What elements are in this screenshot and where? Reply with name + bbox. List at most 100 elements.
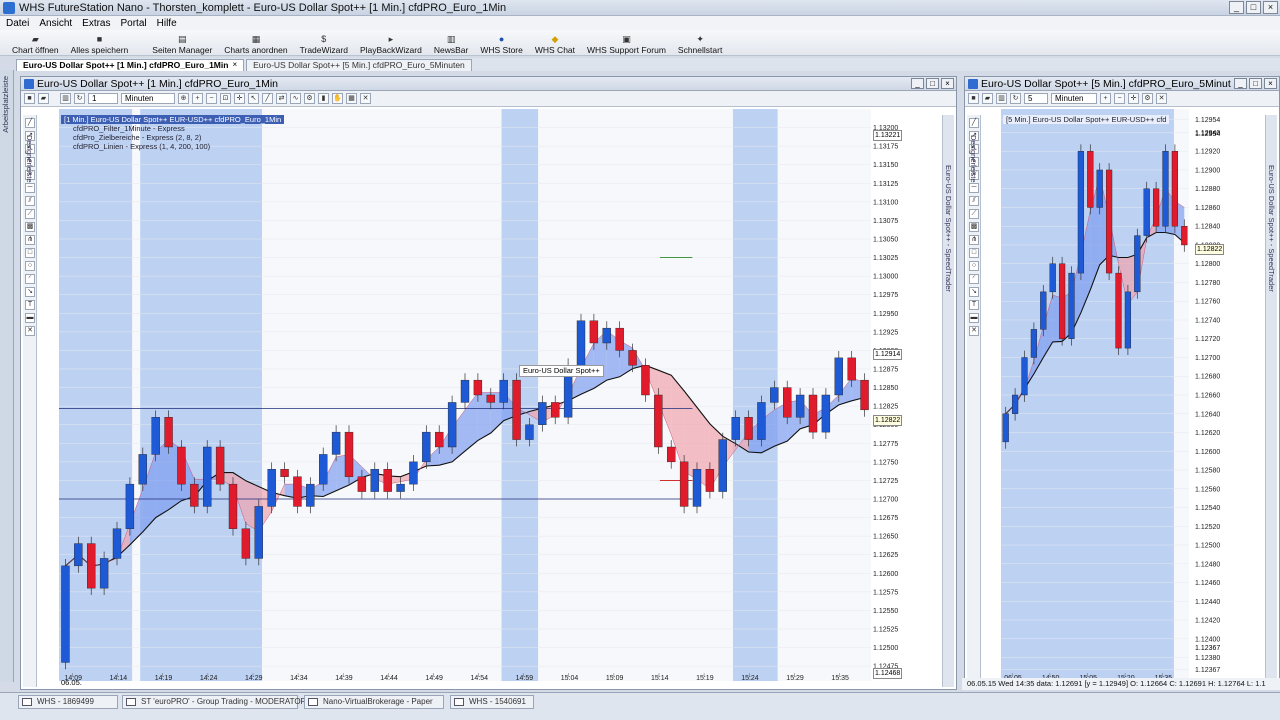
chart1-legend-filter[interactable]: cfdPRO_Filter_1Minute - Express bbox=[61, 124, 284, 133]
delete-tool-icon[interactable]: ✕ bbox=[969, 326, 979, 336]
folder-icon[interactable]: ▰ bbox=[982, 93, 993, 104]
chart1-maximize-button[interactable]: □ bbox=[926, 78, 939, 89]
task-virtual-brokerage[interactable]: Nano-VirtualBrokerage - Paper bbox=[304, 695, 444, 709]
workspace-sidebar[interactable]: Arbeitsplatzleiste bbox=[0, 70, 14, 682]
folder-icon[interactable]: ▰ bbox=[38, 93, 49, 104]
chart2-close-button[interactable]: × bbox=[1264, 78, 1277, 89]
marker-tool-icon[interactable]: ▬ bbox=[25, 313, 35, 323]
menu-ansicht[interactable]: Ansicht bbox=[39, 18, 72, 29]
sync-icon[interactable]: ⇄ bbox=[276, 93, 287, 104]
pitchfork-tool-icon[interactable]: ⋔ bbox=[969, 235, 979, 245]
chart1-close-button[interactable]: × bbox=[941, 78, 954, 89]
draw-line-icon[interactable]: ╱ bbox=[262, 93, 273, 104]
menu-hilfe[interactable]: Hilfe bbox=[157, 18, 177, 29]
crosshair-icon[interactable]: ✛ bbox=[234, 93, 245, 104]
hline-tool-icon[interactable]: ─ bbox=[25, 183, 35, 193]
whs-chat-button[interactable]: ◆ WHS Chat bbox=[529, 31, 581, 55]
zoom-out-icon[interactable]: − bbox=[1114, 93, 1125, 104]
chart-type-icon[interactable]: ▥ bbox=[996, 93, 1007, 104]
hand-icon[interactable]: ✋ bbox=[332, 93, 343, 104]
chart1-legend-zielbereiche[interactable]: cfdPro_Zielbereiche - Express (2, 8, 2) bbox=[61, 133, 284, 142]
arc-tool-icon[interactable]: ◜ bbox=[25, 274, 35, 284]
zoom-in-icon[interactable]: + bbox=[1100, 93, 1111, 104]
trend-tool-icon[interactable]: ⟋ bbox=[25, 209, 35, 219]
chart2-speedtrader-strip[interactable]: Euro-US Dollar Spot++ - SpeedTrader bbox=[1265, 115, 1277, 687]
trend-tool-icon[interactable]: ⟋ bbox=[969, 209, 979, 219]
chart1-speedtrader-strip[interactable]: Euro-US Dollar Spot++ - SpeedTrader bbox=[942, 115, 954, 687]
menu-datei[interactable]: Datei bbox=[6, 18, 29, 29]
chart-type-icon[interactable]: ▥ bbox=[60, 93, 71, 104]
ellipse-tool-icon[interactable]: ○ bbox=[25, 261, 35, 271]
chart-open-button[interactable]: ▰ Chart öffnen bbox=[6, 31, 65, 55]
crosshair-icon[interactable]: ✛ bbox=[1128, 93, 1139, 104]
rect-tool-icon[interactable]: □ bbox=[969, 248, 979, 258]
settings-icon[interactable]: ⚙ bbox=[304, 93, 315, 104]
chart1-interval-unit[interactable]: Minuten bbox=[121, 93, 175, 104]
chart1-minimize-button[interactable]: _ bbox=[911, 78, 924, 89]
channel-tool-icon[interactable]: ⫽ bbox=[969, 196, 979, 206]
line-tool-icon[interactable]: ╱ bbox=[25, 118, 35, 128]
menu-extras[interactable]: Extras bbox=[82, 18, 110, 29]
task-whs-1869499[interactable]: WHS - 1869499 bbox=[18, 695, 118, 709]
chart1-plot[interactable]: 1.132001.131751.131501.131251.131001.130… bbox=[59, 109, 939, 685]
newsbar-button[interactable]: ▥ NewsBar bbox=[428, 31, 474, 55]
chart2-status-line: 06.05.15 Wed 14:35 data: 1.12691 [y = 1.… bbox=[962, 678, 1280, 690]
close-button[interactable]: × bbox=[1263, 1, 1278, 14]
gann-tool-icon[interactable]: ▩ bbox=[969, 222, 979, 232]
chart1-interval-value[interactable]: 1 bbox=[88, 93, 118, 104]
tab-chart-1min[interactable]: Euro-US Dollar Spot++ [1 Min.] cfdPRO_Eu… bbox=[16, 58, 245, 71]
save-icon[interactable]: ■ bbox=[24, 93, 35, 104]
chart1-legend-linien[interactable]: cfdPRO_Linien - Express (1, 4, 200, 100) bbox=[61, 142, 284, 151]
menu-portal[interactable]: Portal bbox=[121, 18, 147, 29]
tools-icon[interactable]: ✕ bbox=[1156, 93, 1167, 104]
gann-tool-icon[interactable]: ▩ bbox=[25, 222, 35, 232]
save-all-button[interactable]: ■ Alles speichern bbox=[65, 31, 135, 55]
rect-tool-icon[interactable]: □ bbox=[25, 248, 35, 258]
playbackwizard-button[interactable]: ▸ PlayBackWizard bbox=[354, 31, 428, 55]
chart2-maximize-button[interactable]: □ bbox=[1249, 78, 1262, 89]
text-tool-icon[interactable]: T bbox=[969, 300, 979, 310]
link-icon[interactable]: ⊕ bbox=[178, 93, 189, 104]
task-whs-1540691[interactable]: WHS - 1540691 bbox=[450, 695, 534, 709]
text-tool-icon[interactable]: T bbox=[25, 300, 35, 310]
indicator-icon[interactable]: ∿ bbox=[290, 93, 301, 104]
scroll-icon[interactable]: ▮ bbox=[318, 93, 329, 104]
minimize-button[interactable]: _ bbox=[1229, 1, 1244, 14]
whs-support-forum-button[interactable]: ▣ WHS Support Forum bbox=[581, 31, 672, 55]
tradewizard-button[interactable]: $ TradeWizard bbox=[294, 31, 354, 55]
arc-tool-icon[interactable]: ◜ bbox=[969, 274, 979, 284]
tools-icon[interactable]: ✕ bbox=[360, 93, 371, 104]
zoom-out-icon[interactable]: − bbox=[206, 93, 217, 104]
whs-store-button[interactable]: ● WHS Store bbox=[474, 31, 529, 55]
page-manager-button[interactable]: ▤ Seiten Manager bbox=[146, 31, 218, 55]
ellipse-tool-icon[interactable]: ○ bbox=[969, 261, 979, 271]
tab-chart-5min[interactable]: Euro-US Dollar Spot++ [5 Min.] cfdPRO_Eu… bbox=[246, 58, 472, 71]
quickstart-button[interactable]: ✦ Schnellstart bbox=[672, 31, 728, 55]
chart2-interval-value[interactable]: 5 bbox=[1024, 93, 1048, 104]
chart1-legend-header[interactable]: [1 Min.] Euro-US Dollar Spot++ EUR-USD++… bbox=[61, 115, 285, 124]
delete-tool-icon[interactable]: ✕ bbox=[25, 326, 35, 336]
maximize-button[interactable]: □ bbox=[1246, 1, 1261, 14]
hline-tool-icon[interactable]: ─ bbox=[969, 183, 979, 193]
marker-tool-icon[interactable]: ▬ bbox=[969, 313, 979, 323]
cursor-icon[interactable]: ↖ bbox=[248, 93, 259, 104]
chart2-legend-header[interactable]: [5 Min.] Euro-US Dollar Spot++ EUR-USD++… bbox=[1003, 115, 1170, 124]
zoom-in-icon[interactable]: + bbox=[192, 93, 203, 104]
chart2-plot[interactable]: 1.129541.129401.129201.129001.128801.128… bbox=[1001, 109, 1263, 685]
refresh-icon[interactable]: ↻ bbox=[74, 93, 85, 104]
settings-icon[interactable]: ⚙ bbox=[1142, 93, 1153, 104]
save-icon[interactable]: ■ bbox=[968, 93, 979, 104]
arrow-tool-icon[interactable]: ↘ bbox=[969, 287, 979, 297]
arrange-charts-button[interactable]: ▦ Charts anordnen bbox=[218, 31, 293, 55]
arrow-tool-icon[interactable]: ↘ bbox=[25, 287, 35, 297]
refresh-icon[interactable]: ↻ bbox=[1010, 93, 1021, 104]
chart2-minimize-button[interactable]: _ bbox=[1234, 78, 1247, 89]
zoom-fit-icon[interactable]: ⊡ bbox=[220, 93, 231, 104]
chart2-interval-unit[interactable]: Minuten bbox=[1051, 93, 1097, 104]
task-group-trading[interactable]: ST 'euroPRO' - Group Trading - MODERATOR bbox=[122, 695, 306, 709]
close-icon[interactable]: × bbox=[232, 59, 237, 71]
table-icon[interactable]: ▦ bbox=[346, 93, 357, 104]
pitchfork-tool-icon[interactable]: ⋔ bbox=[25, 235, 35, 245]
channel-tool-icon[interactable]: ⫽ bbox=[25, 196, 35, 206]
line-tool-icon[interactable]: ╱ bbox=[969, 118, 979, 128]
